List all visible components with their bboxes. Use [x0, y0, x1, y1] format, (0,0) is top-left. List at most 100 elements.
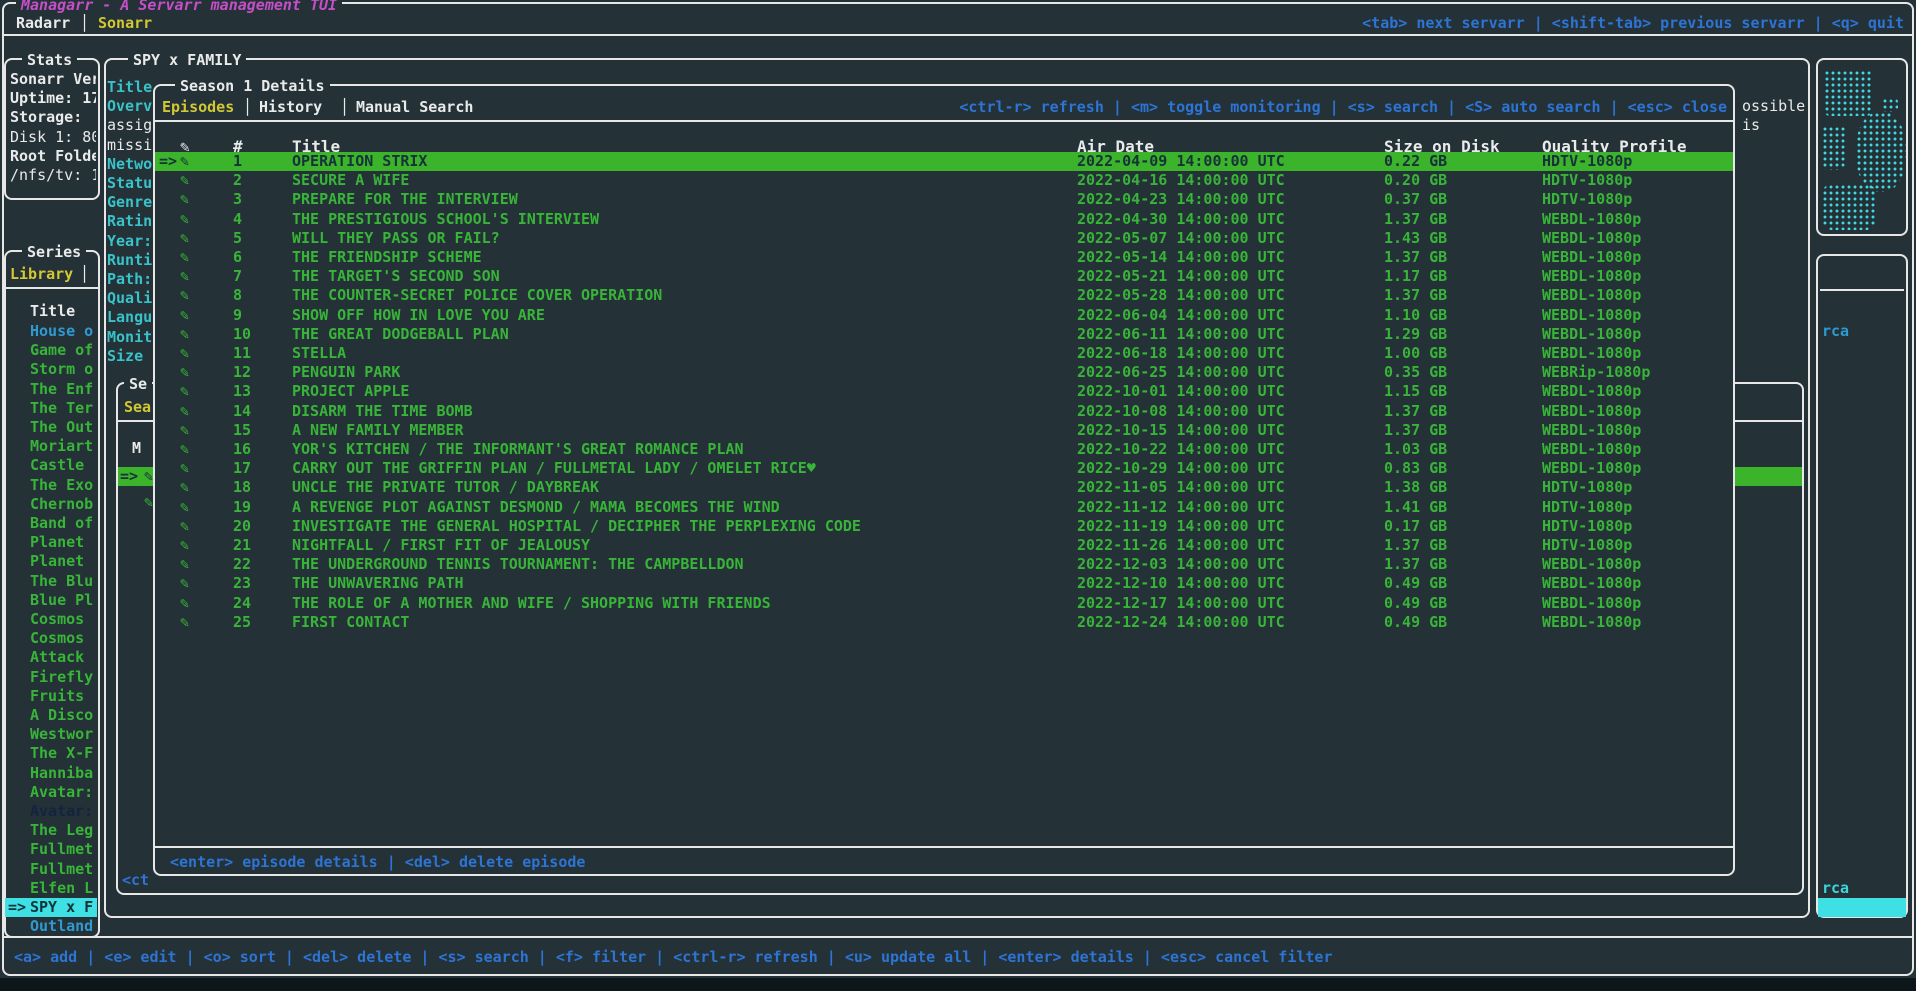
- series-detail-field-label: Title: [107, 78, 152, 97]
- episode-row[interactable]: => ✎ 8 THE COUNTER-SECRET POLICE COVER O…: [155, 286, 1733, 305]
- series-list-item[interactable]: => Planet: [5, 533, 97, 552]
- episode-number: 21: [233, 536, 251, 555]
- episode-row[interactable]: => ✎ 19 A REVENGE PLOT AGAINST DESMOND /…: [155, 498, 1733, 517]
- series-list-item[interactable]: => The X-F: [5, 744, 97, 763]
- episode-row[interactable]: => ✎ 24 THE ROLE OF A MOTHER AND WIFE / …: [155, 594, 1733, 613]
- tab-library[interactable]: Library: [10, 265, 73, 284]
- episode-row[interactable]: => ✎ 6 THE FRIENDSHIP SCHEME 2022-05-14 …: [155, 248, 1733, 267]
- episode-row[interactable]: => ✎ 11 STELLA 2022-06-18 14:00:00 UTC 1…: [155, 344, 1733, 363]
- tab-separator: │: [243, 98, 252, 117]
- tab-radarr[interactable]: Radarr: [16, 14, 70, 33]
- series-list-item[interactable]: => Planet: [5, 552, 97, 571]
- episode-number: 16: [233, 440, 251, 459]
- episode-row[interactable]: => ✎ 16 YOR'S KITCHEN / THE INFORMANT'S …: [155, 440, 1733, 459]
- tab-manual-search[interactable]: Manual Search: [356, 98, 473, 117]
- series-item-label: The Enf: [30, 380, 93, 399]
- stats-line: Root Folde: [10, 147, 96, 166]
- library-tab-cursor: │: [80, 265, 89, 284]
- series-list-item[interactable]: => Fullmet: [5, 860, 97, 879]
- episode-air-date: 2022-06-04 14:00:00 UTC: [1077, 306, 1285, 325]
- episode-row[interactable]: => ✎ 20 INVESTIGATE THE GENERAL HOSPITAL…: [155, 517, 1733, 536]
- episode-row[interactable]: => ✎ 14 DISARM THE TIME BOMB 2022-10-08 …: [155, 402, 1733, 421]
- episode-row[interactable]: => ✎ 3 PREPARE FOR THE INTERVIEW 2022-04…: [155, 190, 1733, 209]
- episode-title: SECURE A WIFE: [292, 171, 409, 190]
- episode-row[interactable]: => ✎ 9 SHOW OFF HOW IN LOVE YOU ARE 2022…: [155, 306, 1733, 325]
- episode-air-date: 2022-11-12 14:00:00 UTC: [1077, 498, 1285, 517]
- episode-row[interactable]: => ✎ 10 THE GREAT DODGEBALL PLAN 2022-06…: [155, 325, 1733, 344]
- episode-row[interactable]: => ✎ 25 FIRST CONTACT 2022-12-24 14:00:0…: [155, 613, 1733, 632]
- episode-number: 3: [233, 190, 242, 209]
- episode-number: 4: [233, 210, 242, 229]
- series-list-item[interactable]: => Band of: [5, 514, 97, 533]
- episode-number: 19: [233, 498, 251, 517]
- tab-sonarr[interactable]: Sonarr: [98, 14, 152, 33]
- series-list-item[interactable]: => Cosmos: [5, 629, 97, 648]
- episode-row[interactable]: => ✎ 12 PENGUIN PARK 2022-06-25 14:00:00…: [155, 363, 1733, 382]
- series-list-item[interactable]: => The Out: [5, 418, 97, 437]
- season-details-popup-title: Season 1 Details: [175, 77, 330, 96]
- series-item-label: SPY x F: [30, 898, 93, 917]
- seasons-selected-marker: =>: [120, 467, 138, 486]
- overview-text-fragment-2: is: [1742, 116, 1760, 135]
- series-list-item[interactable]: => Moriart: [5, 437, 97, 456]
- tab-episodes[interactable]: Episodes: [162, 98, 234, 117]
- series-item-label: Fullmet: [30, 840, 93, 859]
- series-list-item[interactable]: => Firefly: [5, 668, 97, 687]
- bottom-keybind-hints: <a> add | <e> edit | <o> sort | <del> de…: [14, 948, 1333, 967]
- series-list-item[interactable]: => House o: [5, 322, 97, 341]
- episode-row[interactable]: => ✎ 5 WILL THEY PASS OR FAIL? 2022-05-0…: [155, 229, 1733, 248]
- episode-row[interactable]: => ✎ 21 NIGHTFALL / FIRST FIT OF JEALOUS…: [155, 536, 1733, 555]
- episode-air-date: 2022-06-18 14:00:00 UTC: [1077, 344, 1285, 363]
- series-list-item[interactable]: => The Blu: [5, 572, 97, 591]
- series-list-item[interactable]: => The Leg: [5, 821, 97, 840]
- episode-quality-profile: WEBDL-1080p: [1542, 248, 1641, 267]
- series-list-item[interactable]: => Avatar:: [5, 802, 97, 821]
- popup-tab-divider: [155, 120, 1733, 122]
- series-item-label: Storm o: [30, 360, 93, 379]
- series-list-item[interactable]: => The Exo: [5, 476, 97, 495]
- series-list-item[interactable]: => Castle: [5, 456, 97, 475]
- episode-row[interactable]: => ✎ 17 CARRY OUT THE GRIFFIN PLAN / FUL…: [155, 459, 1733, 478]
- episode-row[interactable]: => ✎ 1 OPERATION STRIX 2022-04-09 14:00:…: [155, 152, 1733, 171]
- episode-title: THE UNDERGROUND TENNIS TOURNAMENT: THE C…: [292, 555, 744, 574]
- series-list-item[interactable]: => A Disco: [5, 706, 97, 725]
- episode-row[interactable]: => ✎ 4 THE PRESTIGIOUS SCHOOL'S INTERVIE…: [155, 210, 1733, 229]
- tab-history[interactable]: History: [259, 98, 322, 117]
- episode-size: 1.15 GB: [1384, 382, 1447, 401]
- selected-marker: =>: [8, 898, 26, 917]
- episode-row[interactable]: => ✎ 13 PROJECT APPLE 2022-10-01 14:00:0…: [155, 382, 1733, 401]
- episode-row[interactable]: => ✎ 2 SECURE A WIFE 2022-04-16 14:00:00…: [155, 171, 1733, 190]
- episode-row[interactable]: => ✎ 7 THE TARGET'S SECOND SON 2022-05-2…: [155, 267, 1733, 286]
- episode-quality-profile: WEBDL-1080p: [1542, 440, 1641, 459]
- series-list-item[interactable]: => The Enf: [5, 380, 97, 399]
- episode-size: 0.49 GB: [1384, 574, 1447, 593]
- series-list-item[interactable]: => Westwor: [5, 725, 97, 744]
- episode-tag-icon: ✎: [180, 498, 189, 517]
- series-list-item[interactable]: => Hanniba: [5, 764, 97, 783]
- episode-size: 1.37 GB: [1384, 248, 1447, 267]
- series-item-label: The Leg: [30, 821, 93, 840]
- series-list-item[interactable]: => Fruits: [5, 687, 97, 706]
- series-list-item[interactable]: => Avatar:: [5, 783, 97, 802]
- series-list-item[interactable]: => SPY x F: [5, 898, 97, 917]
- episode-number: 6: [233, 248, 242, 267]
- episode-title: PREPARE FOR THE INTERVIEW: [292, 190, 518, 209]
- series-list-item[interactable]: => Attack: [5, 648, 97, 667]
- series-list-item[interactable]: => The Ter: [5, 399, 97, 418]
- episode-quality-profile: WEBRip-1080p: [1542, 363, 1650, 382]
- series-list-item[interactable]: => Outland: [5, 917, 97, 936]
- series-list-item[interactable]: => Chernob: [5, 495, 97, 514]
- series-list-item[interactable]: => Storm o: [5, 360, 97, 379]
- series-list-item[interactable]: => Fullmet: [5, 840, 97, 859]
- episode-quality-profile: HDTV-1080p: [1542, 190, 1632, 209]
- episode-row[interactable]: => ✎ 18 UNCLE THE PRIVATE TUTOR / DAYBRE…: [155, 478, 1733, 497]
- episode-row[interactable]: => ✎ 22 THE UNDERGROUND TENNIS TOURNAMEN…: [155, 555, 1733, 574]
- episode-row[interactable]: => ✎ 15 A NEW FAMILY MEMBER 2022-10-15 1…: [155, 421, 1733, 440]
- seasons-tab-fragment[interactable]: Sea: [124, 398, 151, 417]
- episode-row[interactable]: => ✎ 23 THE UNWAVERING PATH 2022-12-10 1…: [155, 574, 1733, 593]
- seasons-keybind-fragment: <ct: [122, 871, 149, 890]
- series-list-item[interactable]: => Elfen L: [5, 879, 97, 898]
- series-list-item[interactable]: => Game of: [5, 341, 97, 360]
- series-list-item[interactable]: => Blue Pl: [5, 591, 97, 610]
- series-list-item[interactable]: => Cosmos: [5, 610, 97, 629]
